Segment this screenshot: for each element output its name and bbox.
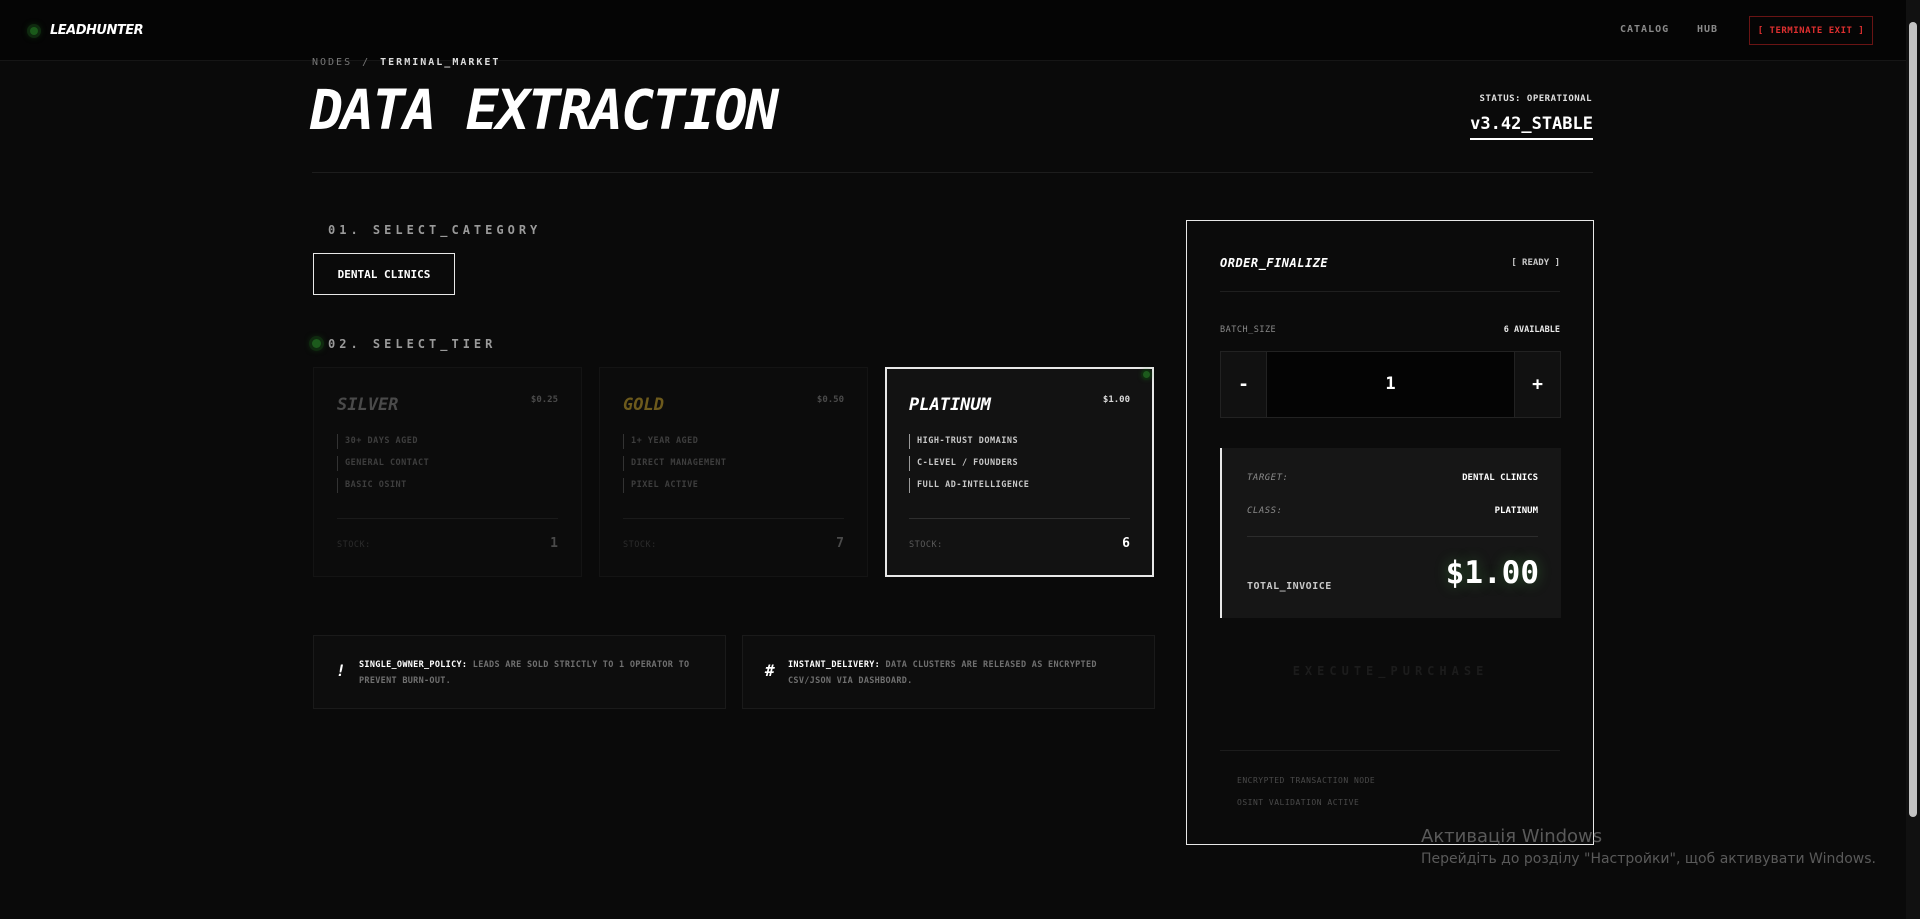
tier-price: $1.00 bbox=[1102, 395, 1130, 405]
breadcrumb-item-nodes[interactable]: NODES bbox=[312, 57, 352, 68]
status-dot-icon bbox=[30, 26, 38, 35]
top-nav: LEADHUNTER CATALOG HUB [ TERMINATE EXIT … bbox=[0, 0, 1906, 61]
tier-features: 30+ DAYS AGED GENERAL CONTACT BASIC OSIN… bbox=[337, 434, 429, 500]
class-value: PLATINUM bbox=[1494, 506, 1538, 516]
stock-label: STOCK: bbox=[623, 540, 657, 550]
status-dot-icon bbox=[312, 339, 321, 348]
summary-divider bbox=[1247, 536, 1538, 537]
tier-feature: 1+ YEAR AGED bbox=[623, 434, 727, 449]
stock-value: 1 bbox=[550, 536, 558, 551]
nav-link-hub[interactable]: HUB bbox=[1697, 24, 1718, 35]
tier-feature: DIRECT MANAGEMENT bbox=[623, 456, 727, 471]
info-text: INSTANT_DELIVERY: DATA CLUSTERS ARE RELE… bbox=[788, 657, 1136, 689]
status-label: STATUS: OPERATIONAL bbox=[1479, 94, 1592, 104]
exclamation-icon: ! bbox=[336, 661, 346, 680]
quantity-value[interactable]: 1 bbox=[1267, 352, 1514, 417]
version-label: v3.42_STABLE bbox=[1470, 114, 1593, 140]
page: LEADHUNTER CATALOG HUB [ TERMINATE EXIT … bbox=[0, 0, 1920, 919]
nav-link-catalog[interactable]: CATALOG bbox=[1620, 24, 1669, 35]
selected-dot-icon bbox=[1143, 371, 1150, 378]
scrollbar-thumb[interactable] bbox=[1909, 22, 1917, 817]
tier-feature: PIXEL ACTIVE bbox=[623, 478, 727, 493]
order-ready-status: [ READY ] bbox=[1511, 258, 1560, 268]
quantity-stepper: - 1 + bbox=[1220, 351, 1561, 418]
tier-features: HIGH-TRUST DOMAINS C-LEVEL / FOUNDERS FU… bbox=[909, 434, 1029, 500]
batch-available: 6 AVAILABLE bbox=[1503, 325, 1560, 335]
tier-feature: BASIC OSINT bbox=[337, 478, 429, 493]
breadcrumb-separator: / bbox=[362, 57, 371, 68]
tier-feature: HIGH-TRUST DOMAINS bbox=[909, 434, 1029, 449]
stock-label: STOCK: bbox=[909, 540, 943, 550]
order-title: ORDER_FINALIZE bbox=[1220, 256, 1329, 270]
tier-card-silver[interactable]: SILVER $0.25 30+ DAYS AGED GENERAL CONTA… bbox=[313, 367, 582, 577]
target-value: DENTAL CLINICS bbox=[1462, 473, 1538, 483]
logo-text: LEADHUNTER bbox=[50, 23, 144, 38]
card-divider bbox=[909, 518, 1130, 519]
tier-name: GOLD bbox=[623, 395, 664, 415]
order-footer-line: ENCRYPTED TRANSACTION NODE bbox=[1237, 776, 1376, 785]
tier-card-platinum[interactable]: PLATINUM $1.00 HIGH-TRUST DOMAINS C-LEVE… bbox=[885, 367, 1154, 577]
windows-activation-hint: Перейдіть до розділу "Настройки", щоб ак… bbox=[1421, 851, 1876, 867]
header-divider bbox=[312, 172, 1593, 173]
total-invoice-label: TOTAL_INVOICE bbox=[1247, 581, 1332, 592]
windows-activation-title: Активація Windows bbox=[1421, 826, 1603, 847]
order-summary: TARGET: DENTAL CLINICS CLASS: PLATINUM T… bbox=[1220, 448, 1561, 618]
order-footer-line: OSINT VALIDATION ACTIVE bbox=[1237, 798, 1360, 807]
total-invoice-value: $1.00 bbox=[1445, 555, 1539, 591]
logo[interactable]: LEADHUNTER bbox=[30, 23, 144, 38]
increment-button[interactable]: + bbox=[1514, 352, 1560, 417]
class-label: CLASS: bbox=[1247, 506, 1283, 516]
tier-name: SILVER bbox=[337, 395, 399, 415]
batch-size-label: BATCH_SIZE bbox=[1220, 325, 1277, 335]
tier-feature: GENERAL CONTACT bbox=[337, 456, 429, 471]
page-title: DATA EXTRACTION bbox=[310, 78, 779, 142]
tier-features: 1+ YEAR AGED DIRECT MANAGEMENT PIXEL ACT… bbox=[623, 434, 727, 500]
info-box-single-owner: ! SINGLE_OWNER_POLICY: LEADS ARE SOLD ST… bbox=[313, 635, 726, 709]
stock-value: 7 bbox=[836, 536, 844, 551]
order-panel: ORDER_FINALIZE [ READY ] BATCH_SIZE 6 AV… bbox=[1186, 220, 1594, 845]
stock-label: STOCK: bbox=[337, 540, 371, 550]
breadcrumb: NODES / TERMINAL_MARKET bbox=[312, 57, 500, 68]
info-text: SINGLE_OWNER_POLICY: LEADS ARE SOLD STRI… bbox=[359, 657, 707, 689]
breadcrumb-item-current: TERMINAL_MARKET bbox=[380, 57, 501, 68]
card-divider bbox=[337, 518, 558, 519]
order-divider bbox=[1220, 291, 1560, 292]
target-label: TARGET: bbox=[1247, 473, 1289, 483]
category-button-dental-clinics[interactable]: DENTAL CLINICS bbox=[313, 253, 455, 295]
stock-value: 6 bbox=[1122, 536, 1130, 551]
tier-heading: 02. SELECT_TIER bbox=[328, 337, 497, 351]
hash-icon: # bbox=[765, 661, 775, 680]
info-keyword: INSTANT_DELIVERY: bbox=[788, 660, 881, 670]
card-divider bbox=[623, 518, 844, 519]
category-heading: 01. SELECT_CATEGORY bbox=[328, 223, 542, 237]
tier-price: $0.25 bbox=[530, 395, 558, 405]
tier-card-gold[interactable]: GOLD $0.50 1+ YEAR AGED DIRECT MANAGEMEN… bbox=[599, 367, 868, 577]
order-divider bbox=[1220, 750, 1560, 751]
terminate-exit-button[interactable]: [ TERMINATE EXIT ] bbox=[1749, 16, 1873, 45]
execute-purchase-button[interactable]: EXECUTE_PURCHASE bbox=[1220, 653, 1561, 689]
tier-feature: 30+ DAYS AGED bbox=[337, 434, 429, 449]
info-keyword: SINGLE_OWNER_POLICY: bbox=[359, 660, 468, 670]
tier-feature: FULL AD-INTELLIGENCE bbox=[909, 478, 1029, 493]
decrement-button[interactable]: - bbox=[1221, 352, 1267, 417]
tier-price: $0.50 bbox=[816, 395, 844, 405]
tier-feature: C-LEVEL / FOUNDERS bbox=[909, 456, 1029, 471]
info-box-instant-delivery: # INSTANT_DELIVERY: DATA CLUSTERS ARE RE… bbox=[742, 635, 1155, 709]
scrollbar[interactable] bbox=[1906, 0, 1920, 919]
tier-name: PLATINUM bbox=[909, 395, 991, 415]
